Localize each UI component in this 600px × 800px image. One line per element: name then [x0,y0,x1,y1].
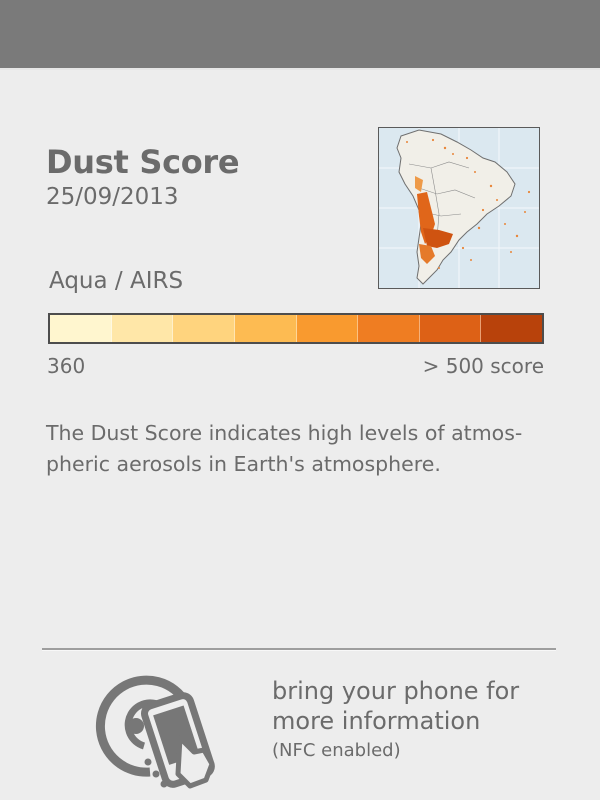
nfc-enabled-note: (NFC enabled) [272,740,401,761]
scale-min-label: 360 [47,354,86,378]
scale-swatch-7 [419,315,482,342]
nfc-prompt: bring your phone for more information (N… [272,676,572,766]
scale-swatch-1 [50,315,112,342]
scale-swatch-6 [358,315,420,342]
page-title: Dust Score [46,143,240,181]
nfc-prompt-line1: bring your phone for [272,677,520,705]
scale-swatch-2 [111,315,174,342]
nfc-prompt-line2: more information [272,707,481,735]
scale-swatch-3 [173,315,235,342]
dust-map-thumbnail [378,127,540,289]
description-text: The Dust Score indicates high levels of … [46,421,523,476]
top-bar [0,0,600,70]
scale-swatch-8 [481,315,542,342]
date-label: 25/09/2013 [46,184,179,210]
south-america-map-icon [379,128,539,288]
scale-max-label: > 500 score [422,354,544,378]
scale-swatch-5 [296,315,359,342]
instrument-label: Aqua / AIRS [49,268,184,294]
color-scale-bar [48,313,544,344]
nfc-phone-icon [95,675,215,789]
scale-swatch-4 [234,315,297,342]
section-divider [42,648,556,651]
